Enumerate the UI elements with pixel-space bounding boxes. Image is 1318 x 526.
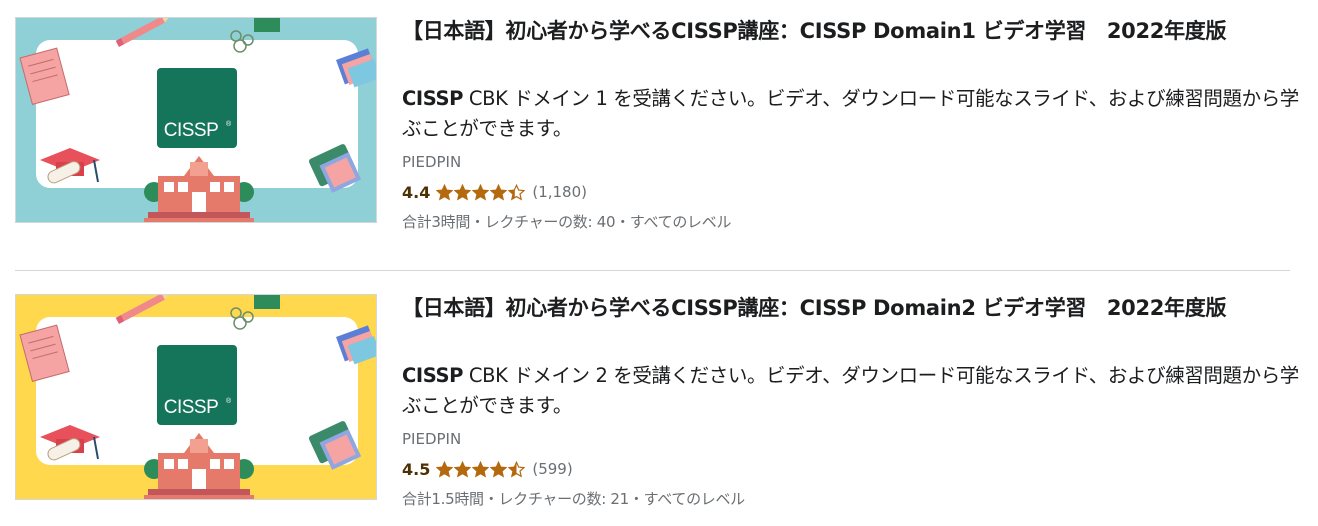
- course-description: CISSP CBK ドメイン 1 を受講ください。ビデオ、ダウンロード可能なスラ…: [402, 84, 1302, 144]
- instructor-name: PIEDPIN: [402, 153, 462, 171]
- rating-row: 4.5 (599): [402, 459, 1302, 479]
- star-icon: [508, 183, 526, 201]
- star-icon: [472, 183, 490, 201]
- rating-count: (599): [532, 460, 573, 478]
- cissp-logo-text: CISSP: [164, 120, 219, 141]
- star-icon: [508, 460, 526, 478]
- star-rating: [436, 460, 526, 478]
- registered-mark: ®: [226, 397, 232, 405]
- course-info: 【日本語】初心者から学べるCISSP講座：CISSP Domain1 ビデオ学習…: [402, 17, 1302, 231]
- desc-text: CBK ドメイン 2 を受講ください。ビデオ、ダウンロード可能なスライド、および…: [402, 364, 1299, 417]
- course-meta: 合計3時間・レクチャーの数: 40・すべてのレベル: [402, 213, 732, 231]
- course-meta: 合計1.5時間・レクチャーの数: 21・すべてのレベル: [402, 490, 745, 508]
- desc-prefix: CISSP: [402, 364, 464, 387]
- cissp-logo-text: CISSP: [164, 397, 219, 418]
- instructor-name: PIEDPIN: [402, 430, 462, 448]
- course-title[interactable]: 【日本語】初心者から学べるCISSP講座：CISSP Domain2 ビデオ学習…: [402, 294, 1302, 351]
- registered-mark: ®: [226, 120, 232, 128]
- star-icon: [436, 183, 454, 201]
- star-icon: [490, 183, 508, 201]
- desc-text: CBK ドメイン 1 を受講ください。ビデオ、ダウンロード可能なスライド、および…: [402, 87, 1299, 140]
- star-icon: [454, 460, 472, 478]
- star-icon: [472, 460, 490, 478]
- star-rating: [436, 183, 526, 201]
- rating-row: 4.4 (1,180): [402, 182, 1302, 202]
- course-thumbnail[interactable]: CISSP ®: [15, 294, 377, 500]
- rating-value: 4.4: [402, 182, 431, 202]
- divider: [15, 270, 1290, 271]
- course-thumbnail[interactable]: CISSP ®: [15, 17, 377, 223]
- star-icon: [490, 460, 508, 478]
- course-info: 【日本語】初心者から学べるCISSP講座：CISSP Domain2 ビデオ学習…: [402, 294, 1302, 508]
- course-card[interactable]: CISSP ® 【日本語】初心者から学べるCISSP講座：CISSP Domai…: [15, 294, 1305, 508]
- rating-value: 4.5: [402, 459, 431, 479]
- rating-count: (1,180): [532, 183, 587, 201]
- course-title[interactable]: 【日本語】初心者から学べるCISSP講座：CISSP Domain1 ビデオ学習…: [402, 17, 1302, 74]
- course-card[interactable]: CISSP ® 【日本語】初心者から学べるCISSP講座：CISSP Domai…: [15, 17, 1305, 231]
- star-icon: [436, 460, 454, 478]
- course-description: CISSP CBK ドメイン 2 を受講ください。ビデオ、ダウンロード可能なスラ…: [402, 361, 1302, 421]
- star-icon: [454, 183, 472, 201]
- desc-prefix: CISSP: [402, 87, 464, 110]
